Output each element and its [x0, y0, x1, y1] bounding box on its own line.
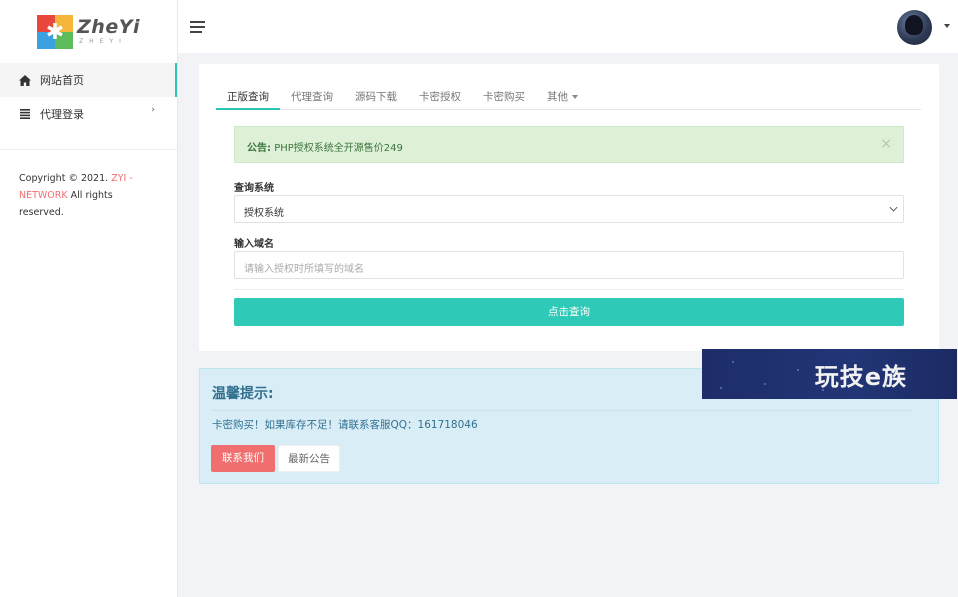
tab-bar: 正版查询 代理查询 源码下载 卡密授权 卡密购买 其他 — [216, 83, 921, 110]
tips-text: 卡密购买！如果库存不足！请联系客服QQ：161718046 — [212, 419, 478, 431]
watermark-text: 玩技e族 — [814, 363, 907, 391]
tab-card-buy[interactable]: 卡密购买 — [472, 83, 536, 110]
list-icon — [19, 108, 31, 120]
contact-us-button[interactable]: 联系我们 — [211, 445, 275, 472]
user-avatar[interactable] — [897, 10, 932, 45]
domain-label: 输入域名 — [234, 239, 274, 250]
sidebar-item-label: 网站首页 — [40, 74, 84, 87]
tips-title: 温馨提示: — [212, 386, 274, 402]
alert-text: PHP授权系统全开源售价249 — [274, 143, 403, 154]
logo-subtitle: ZHEYI — [79, 38, 127, 45]
tab-other[interactable]: 其他 — [536, 83, 589, 110]
sidebar-item-agent-login[interactable]: 代理登录 › — [0, 97, 177, 131]
notice-alert: 公告: PHP授权系统全开源售价249 × — [234, 126, 904, 163]
caret-down-icon[interactable] — [944, 24, 950, 28]
watermark-banner: 玩技e族 — [702, 349, 957, 399]
system-select-value: 授权系统 — [244, 208, 284, 219]
caret-down-icon — [572, 95, 578, 99]
form-divider — [234, 289, 904, 290]
tab-agent-query[interactable]: 代理查询 — [280, 83, 344, 110]
sidebar-item-label: 代理登录 — [40, 108, 84, 121]
latest-news-button[interactable]: 最新公告 — [278, 445, 340, 472]
top-bar — [178, 0, 958, 53]
tab-source-download[interactable]: 源码下载 — [344, 83, 408, 110]
home-icon — [19, 74, 31, 86]
tab-other-label: 其他 — [547, 91, 568, 103]
logo-mark-icon: ✱ — [37, 14, 74, 49]
copyright: Copyright © 2021. ZYI - NETWORK All righ… — [0, 150, 177, 221]
chevron-right-icon: › — [151, 105, 155, 115]
system-label: 查询系统 — [234, 183, 274, 194]
system-select[interactable]: 授权系统 — [234, 195, 904, 223]
close-icon[interactable]: × — [880, 136, 892, 152]
chevron-down-icon — [889, 203, 898, 212]
alert-prefix: 公告: — [247, 143, 271, 154]
logo[interactable]: ✱ ZheYi ZHEYI — [0, 0, 177, 63]
logo-name: ZheYi — [77, 16, 140, 38]
sidebar: ✱ ZheYi ZHEYI 网站首页 代理登录 › Copyright © 20… — [0, 0, 178, 597]
hamburger-icon[interactable] — [190, 21, 205, 33]
sidebar-item-home[interactable]: 网站首页 — [0, 63, 177, 97]
tab-card-auth[interactable]: 卡密授权 — [408, 83, 472, 110]
query-submit-button[interactable]: 点击查询 — [234, 298, 904, 326]
tips-divider — [212, 410, 912, 411]
query-card: 正版查询 代理查询 源码下载 卡密授权 卡密购买 其他 公告: PHP授权系统全… — [199, 64, 939, 351]
copyright-prefix: Copyright © 2021. — [19, 173, 109, 184]
tab-genuine-query[interactable]: 正版查询 — [216, 83, 280, 110]
domain-input[interactable]: 请输入授权时所填写的域名 — [234, 251, 904, 279]
